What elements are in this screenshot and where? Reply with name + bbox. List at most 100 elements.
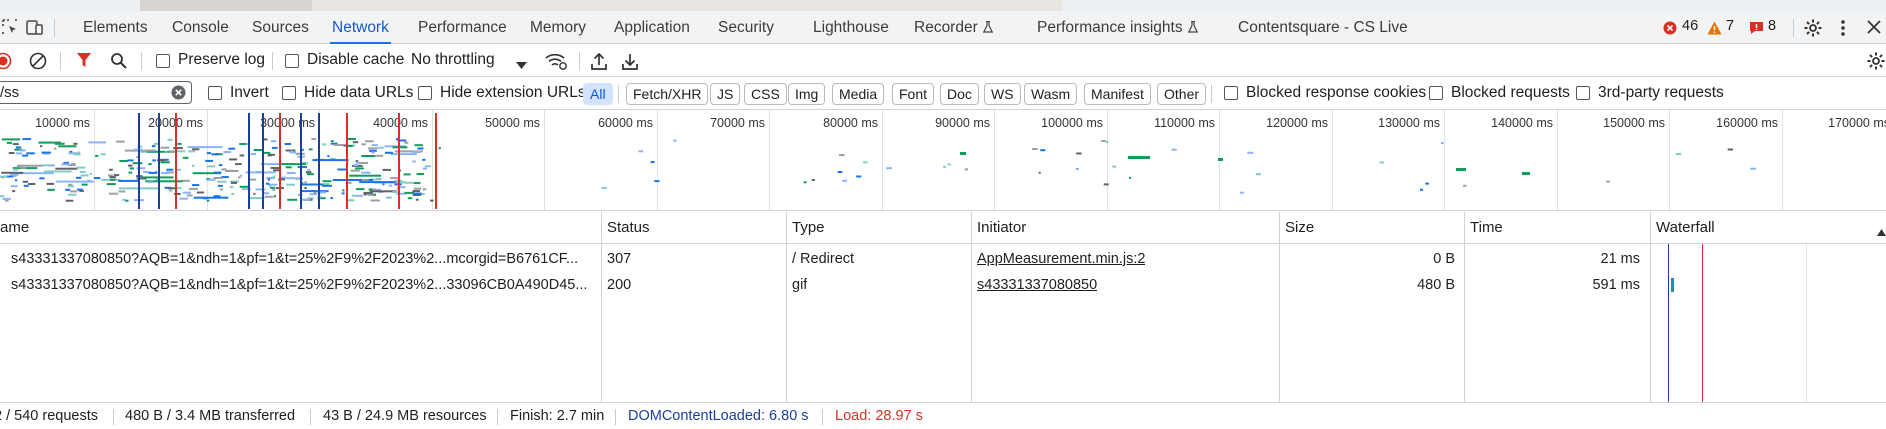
timeline-activity-mark — [943, 165, 946, 168]
filter-type-fetch-xhr[interactable]: Fetch/XHR — [626, 83, 709, 105]
filter-type-wasm[interactable]: Wasm — [1024, 83, 1078, 105]
timeline-activity-mark — [330, 140, 334, 143]
sort-ascending-icon[interactable] — [1877, 224, 1886, 240]
column-name[interactable]: ame — [0, 212, 29, 244]
timeline-activity-mark — [179, 197, 188, 200]
timeline-overview[interactable]: 10000 ms 20000 ms 30000 ms 40000 ms 50000 ms… — [0, 110, 1886, 211]
filter-input[interactable]: /ss — [0, 81, 192, 104]
hide-extension-urls-checkbox[interactable] — [418, 86, 432, 100]
inspect-element-icon[interactable] — [2, 19, 18, 39]
filter-type-doc[interactable]: Doc — [940, 83, 979, 105]
tab-network[interactable]: Network — [330, 11, 391, 44]
filter-type-all[interactable]: All — [583, 83, 613, 105]
column-initiator[interactable]: Initiator — [971, 212, 1026, 244]
filter-type-other[interactable]: Other — [1157, 83, 1207, 105]
network-settings-icon[interactable] — [1866, 51, 1886, 75]
export-har-icon[interactable] — [622, 52, 638, 74]
filter-type-media[interactable]: Media — [832, 83, 885, 105]
tab-performance-insights[interactable]: Performance insights — [1037, 11, 1198, 44]
column-waterfall[interactable]: Waterfall — [1650, 212, 1715, 244]
third-party-requests-checkbox[interactable] — [1576, 86, 1590, 100]
column-divider[interactable] — [1650, 212, 1651, 402]
device-toolbar-icon[interactable] — [26, 19, 43, 40]
clear-filter-icon[interactable] — [171, 85, 186, 104]
settings-icon[interactable] — [1803, 18, 1823, 42]
timeline-activity-mark — [964, 168, 969, 171]
more-options-icon[interactable] — [1840, 18, 1846, 42]
invert-checkbox[interactable] — [208, 86, 222, 100]
column-divider[interactable] — [971, 212, 972, 402]
tab-recorder[interactable]: Recorder — [914, 11, 993, 44]
timeline-activity-mark — [285, 149, 296, 152]
table-row[interactable]: s43331337080850?AQB=1&ndh=1&pf=1&t=25%2F… — [0, 246, 1655, 272]
timeline-activity-mark — [803, 181, 807, 184]
issues-count[interactable]: 8 — [1768, 18, 1776, 34]
timeline-activity-mark — [811, 179, 815, 181]
tab-lighthouse[interactable]: Lighthouse — [813, 11, 889, 44]
chevron-down-icon[interactable] — [516, 57, 527, 73]
timeline-activity-mark — [305, 171, 312, 174]
timeline-activity-mark — [1171, 148, 1177, 151]
warning-count[interactable]: 7 — [1726, 18, 1734, 34]
record-icon[interactable] — [0, 52, 12, 74]
preserve-log-checkbox[interactable] — [156, 54, 170, 68]
request-initiator-link[interactable]: AppMeasurement.min.js:2 — [977, 246, 1145, 272]
column-type[interactable]: Type — [786, 212, 825, 244]
tab-application[interactable]: Application — [614, 11, 690, 44]
timeline-activity-mark — [349, 174, 382, 177]
error-count[interactable]: 46 — [1682, 18, 1698, 34]
timeline-activity-mark — [164, 151, 168, 154]
hide-data-urls-checkbox[interactable] — [282, 86, 296, 100]
issues-icon[interactable] — [1749, 21, 1764, 39]
tab-contentsquare[interactable]: Contentsquare - CS Live — [1238, 11, 1408, 44]
blocked-response-cookies-checkbox[interactable] — [1224, 86, 1238, 100]
divider — [54, 19, 55, 37]
request-time: 21 ms — [1600, 251, 1641, 267]
timeline-activity-mark — [306, 173, 314, 176]
warning-icon[interactable] — [1707, 21, 1722, 39]
timeline-activity-mark — [351, 194, 354, 197]
tab-elements[interactable]: Elements — [83, 11, 148, 44]
timeline-activity-mark — [412, 151, 421, 153]
waterfall-bar[interactable] — [1671, 278, 1674, 292]
timeline-activity-mark — [223, 151, 231, 154]
network-conditions-icon[interactable] — [545, 52, 567, 74]
filter-type-manifest[interactable]: Manifest — [1084, 83, 1151, 105]
filter-type-ws[interactable]: WS — [984, 83, 1021, 105]
close-devtools-icon[interactable] — [1866, 19, 1882, 39]
filter-type-js[interactable]: JS — [710, 83, 741, 105]
timeline-activity-mark — [438, 147, 441, 150]
request-initiator-link[interactable]: s43331337080850 — [977, 272, 1097, 298]
import-har-icon[interactable] — [591, 52, 607, 74]
throttling-select[interactable]: No throttling — [411, 51, 495, 69]
column-divider[interactable] — [1464, 212, 1465, 402]
filter-type-img[interactable]: Img — [788, 83, 826, 105]
column-divider[interactable] — [601, 212, 602, 402]
column-status[interactable]: Status — [601, 212, 650, 244]
tab-performance[interactable]: Performance — [418, 11, 507, 44]
blocked-requests-checkbox[interactable] — [1429, 86, 1443, 100]
timeline-activity-mark — [141, 176, 174, 179]
column-time[interactable]: Time — [1464, 212, 1503, 244]
request-name[interactable]: s43331337080850?AQB=1&ndh=1&pf=1&t=25%2F… — [11, 272, 597, 298]
tab-memory[interactable]: Memory — [530, 11, 586, 44]
clear-icon[interactable] — [29, 52, 47, 74]
disable-cache-checkbox[interactable] — [285, 54, 299, 68]
error-icon[interactable] — [1663, 21, 1677, 39]
timeline-activity-mark — [382, 168, 391, 171]
column-divider[interactable] — [1279, 212, 1280, 402]
request-name[interactable]: s43331337080850?AQB=1&ndh=1&pf=1&t=25%2F… — [11, 246, 597, 272]
timeline-activity-mark — [1727, 148, 1733, 151]
column-divider[interactable] — [786, 212, 787, 402]
tab-console[interactable]: Console — [172, 11, 229, 44]
filter-type-font[interactable]: Font — [892, 83, 935, 105]
column-size[interactable]: Size — [1279, 212, 1314, 244]
filter-icon[interactable] — [76, 52, 92, 73]
tab-sources[interactable]: Sources — [252, 11, 309, 44]
dom-content-loaded-time: DOMContentLoaded: 6.80 s — [628, 408, 809, 424]
tab-security[interactable]: Security — [718, 11, 774, 44]
timeline-activity-mark — [109, 168, 113, 171]
filter-type-css[interactable]: CSS — [744, 83, 787, 105]
table-row[interactable]: s43331337080850?AQB=1&ndh=1&pf=1&t=25%2F… — [0, 272, 1655, 298]
search-icon[interactable] — [110, 52, 127, 73]
